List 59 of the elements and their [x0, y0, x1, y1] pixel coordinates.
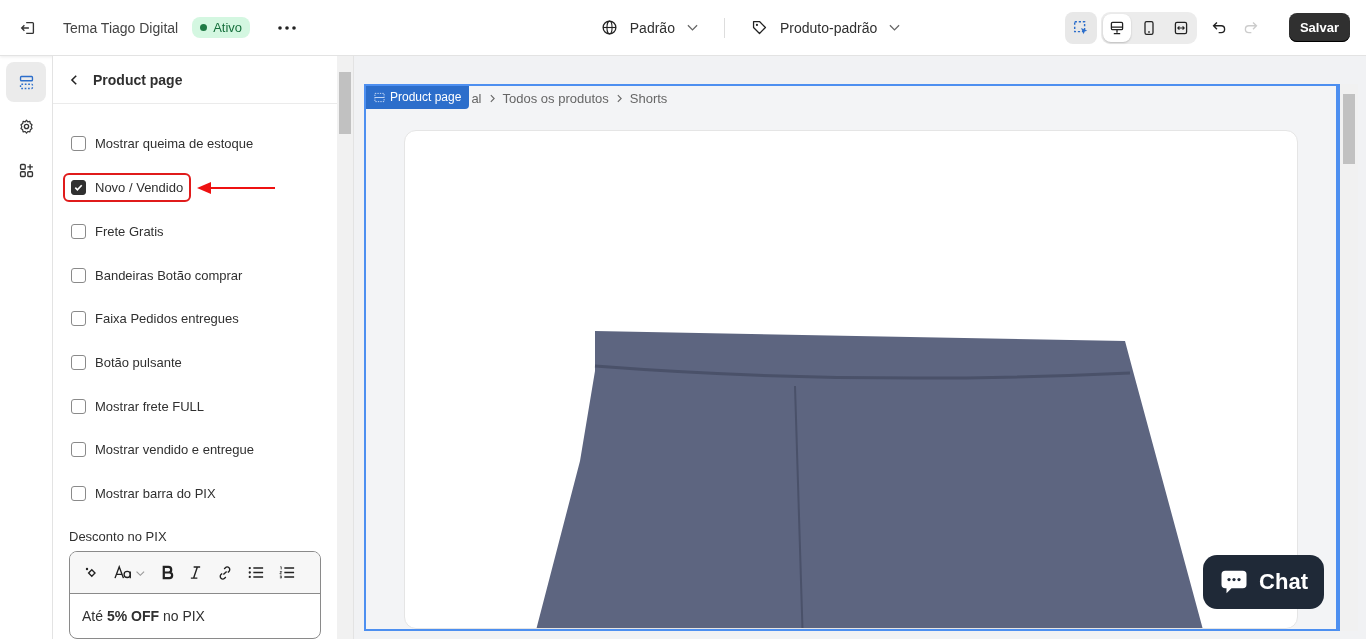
section-icon — [374, 91, 385, 103]
checkbox-row[interactable]: Mostrar frete FULL — [63, 391, 213, 421]
expand-width-icon — [1172, 19, 1189, 36]
checkbox[interactable] — [71, 311, 86, 327]
text-size-icon[interactable] — [114, 565, 146, 581]
status-badge: Ativo — [192, 17, 251, 38]
chevron-down-icon — [686, 23, 698, 32]
chevron-down-icon — [889, 23, 901, 32]
checkbox[interactable] — [71, 267, 86, 283]
chat-button[interactable]: Chat — [1203, 555, 1324, 609]
apps-icon — [17, 161, 35, 179]
language-select[interactable]: Padrão — [600, 19, 698, 36]
checkbox-row[interactable]: Frete Gratis — [63, 216, 172, 246]
section-tag: Product page — [366, 86, 470, 109]
checkbox[interactable] — [71, 180, 86, 196]
panel-title: Product page — [93, 71, 183, 88]
cursor-select-icon — [1071, 18, 1090, 37]
checkbox-row[interactable]: Faixa Pedidos entregues — [63, 304, 247, 334]
checkbox-row[interactable]: Mostrar vendido e entregue — [63, 435, 262, 465]
checkbox-row[interactable]: Bandeiras Botão comprar — [63, 260, 251, 290]
checkbox[interactable] — [71, 486, 86, 502]
editor-text: Até 5% OFF no PIX — [81, 607, 206, 627]
checkbox[interactable] — [71, 223, 86, 239]
checkbox[interactable] — [71, 442, 86, 458]
desktop-view-button[interactable] — [1102, 13, 1131, 42]
save-button[interactable]: Salvar — [1288, 13, 1350, 42]
checkbox[interactable] — [71, 136, 86, 152]
theme-name: Tema Tiago Digital — [63, 19, 179, 36]
italic-icon[interactable] — [189, 565, 202, 581]
checkmark-icon — [73, 182, 84, 194]
sections-icon — [17, 73, 35, 91]
numbered-list-icon[interactable] — [279, 565, 295, 581]
chevron-icon — [489, 93, 495, 103]
editor-label: Desconto no PIX — [69, 529, 168, 545]
checkbox-row[interactable]: Botão pulsante — [63, 347, 190, 377]
checkbox[interactable] — [71, 354, 86, 370]
checkbox-row[interactable]: Mostrar queima de estoque — [63, 129, 262, 159]
back-icon[interactable] — [70, 73, 79, 86]
checkbox[interactable] — [71, 398, 86, 414]
panel-scrollbar[interactable] — [337, 56, 353, 639]
sections-nav-button[interactable] — [6, 62, 46, 102]
more-icon[interactable] — [278, 25, 297, 30]
template-select[interactable]: Produto-padrão — [750, 19, 901, 36]
chevron-icon — [616, 93, 622, 103]
settings-icon — [17, 117, 35, 135]
highlighted-checkbox-row[interactable]: Novo / Vendido — [63, 173, 192, 203]
breadcrumb-link[interactable]: Shorts — [629, 90, 668, 106]
bullet-list-icon[interactable] — [248, 565, 264, 581]
undo-icon[interactable] — [1210, 19, 1228, 36]
checkbox-row[interactable]: Mostrar barra do PIX — [63, 479, 224, 509]
globe-icon — [600, 19, 618, 36]
tag-icon — [750, 19, 768, 36]
link-icon[interactable] — [217, 564, 233, 581]
desktop-icon — [1108, 19, 1125, 36]
breadcrumb-link[interactable]: al — [471, 90, 482, 106]
inspector-button[interactable] — [1064, 11, 1097, 44]
rich-text-editor[interactable]: Até 5% OFF no PIX — [69, 551, 321, 639]
breadcrumb-link[interactable]: Todos os produtos — [502, 90, 609, 106]
bold-icon[interactable] — [161, 565, 174, 581]
